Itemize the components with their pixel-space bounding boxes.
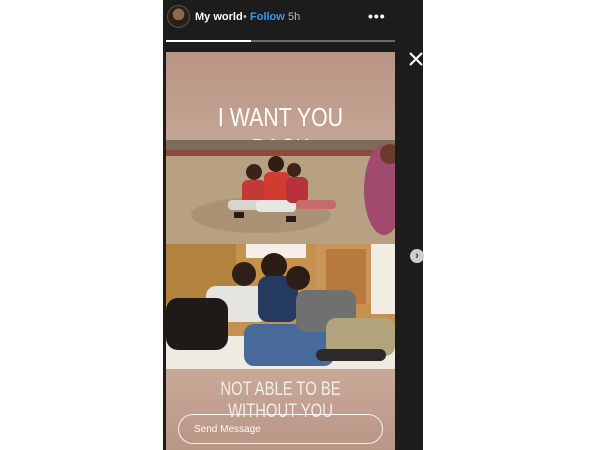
story-progress-bar [166,40,395,42]
chevron-right-icon[interactable]: › [410,249,424,263]
childhood-photo-art [166,140,395,244]
story-content[interactable]: I WANT YOU BACK [166,52,395,450]
follow-button[interactable]: Follow [250,11,285,23]
childhood-photo [166,140,395,244]
username[interactable]: My world [195,11,243,23]
adult-photo-art [166,244,395,369]
post-time: 5h [288,11,301,23]
more-options-icon[interactable]: ••• [368,8,386,24]
avatar[interactable] [167,5,190,28]
story-progress-fill [166,40,251,42]
story-viewer: My world • Follow 5h ••• I WANT YOU BACK [163,0,423,450]
send-message-input[interactable] [178,414,383,444]
close-icon[interactable] [406,49,426,69]
story-header: My world • Follow 5h ••• [163,0,423,40]
adult-photo [166,244,395,369]
separator-dot: • [243,11,247,23]
